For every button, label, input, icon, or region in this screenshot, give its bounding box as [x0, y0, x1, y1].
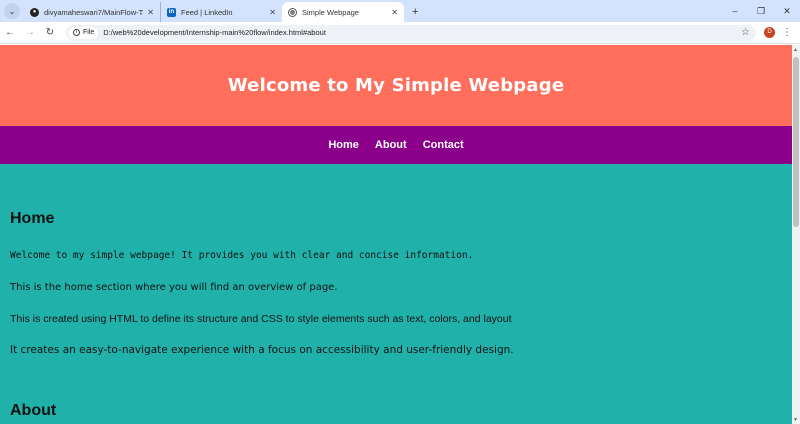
profile-avatar[interactable]: D: [764, 27, 775, 38]
reload-button[interactable]: ↻: [40, 27, 60, 38]
globe-icon: ◍: [288, 7, 297, 17]
tab-linkedin[interactable]: in Feed | LinkedIn ✕: [160, 2, 282, 22]
window-controls: – ❐ ✕: [722, 0, 800, 22]
nav-link-about[interactable]: About: [375, 139, 407, 151]
tab-title: divyamaheswari7/MainFlow-Ta: [44, 7, 144, 17]
page-title: Welcome to My Simple Webpage: [227, 75, 565, 96]
scroll-down-icon[interactable]: ▼: [793, 417, 798, 423]
new-tab-button[interactable]: +: [412, 6, 418, 18]
bookmark-star-icon[interactable]: ☆: [741, 27, 750, 38]
restore-button[interactable]: ❐: [748, 0, 774, 22]
tab-simple-webpage[interactable]: ◍ Simple Webpage ✕: [282, 2, 404, 22]
nav-link-contact[interactable]: Contact: [423, 139, 464, 151]
home-paragraph: This is created using HTML to define its…: [10, 313, 512, 325]
menu-icon[interactable]: ⋮: [782, 27, 792, 38]
github-icon: ●: [30, 7, 39, 17]
close-icon[interactable]: ✕: [147, 8, 154, 17]
page-viewport: Welcome to My Simple Webpage Home About …: [0, 45, 792, 424]
back-button[interactable]: ←: [0, 27, 20, 38]
url-text: D:/web%20development/Internship-main%20f…: [103, 28, 326, 37]
site-header: Welcome to My Simple Webpage: [0, 45, 792, 126]
home-paragraph: This is the home section where you will …: [10, 282, 338, 293]
minimize-button[interactable]: –: [722, 0, 748, 22]
address-bar[interactable]: i File D:/web%20development/Internship-m…: [66, 24, 756, 41]
tab-search-icon[interactable]: ⌄: [4, 3, 20, 19]
tab-title: Feed | LinkedIn: [181, 7, 233, 17]
close-window-button[interactable]: ✕: [774, 0, 800, 22]
site-nav: Home About Contact: [0, 126, 792, 164]
home-section-title: Home: [10, 210, 55, 227]
forward-button[interactable]: →: [20, 27, 40, 38]
info-icon: i: [73, 29, 80, 36]
scheme-label: File: [83, 29, 95, 36]
linkedin-icon: in: [167, 7, 176, 17]
close-icon[interactable]: ✕: [391, 8, 398, 17]
site-info-chip[interactable]: i File: [69, 26, 99, 39]
nav-link-home[interactable]: Home: [328, 139, 359, 151]
home-paragraph: It creates an easy-to-navigate experienc…: [10, 344, 514, 356]
tab-github[interactable]: ● divyamaheswari7/MainFlow-Ta ✕: [24, 2, 160, 22]
main-content: Home Welcome to my simple webpage! It pr…: [0, 210, 792, 420]
scroll-up-icon[interactable]: ▲: [793, 47, 798, 53]
toolbar: ← → ↻ i File D:/web%20development/Intern…: [0, 22, 800, 44]
tab-title: Simple Webpage: [302, 7, 359, 17]
home-paragraph: Welcome to my simple webpage! It provide…: [10, 250, 474, 261]
tab-bar: ⌄ ● divyamaheswari7/MainFlow-Ta ✕ in Fee…: [0, 0, 800, 22]
vertical-scrollbar[interactable]: ▲ ▼: [792, 45, 800, 424]
about-section-title: About: [10, 402, 57, 419]
scrollbar-thumb[interactable]: [793, 57, 799, 227]
close-icon[interactable]: ✕: [269, 8, 276, 17]
